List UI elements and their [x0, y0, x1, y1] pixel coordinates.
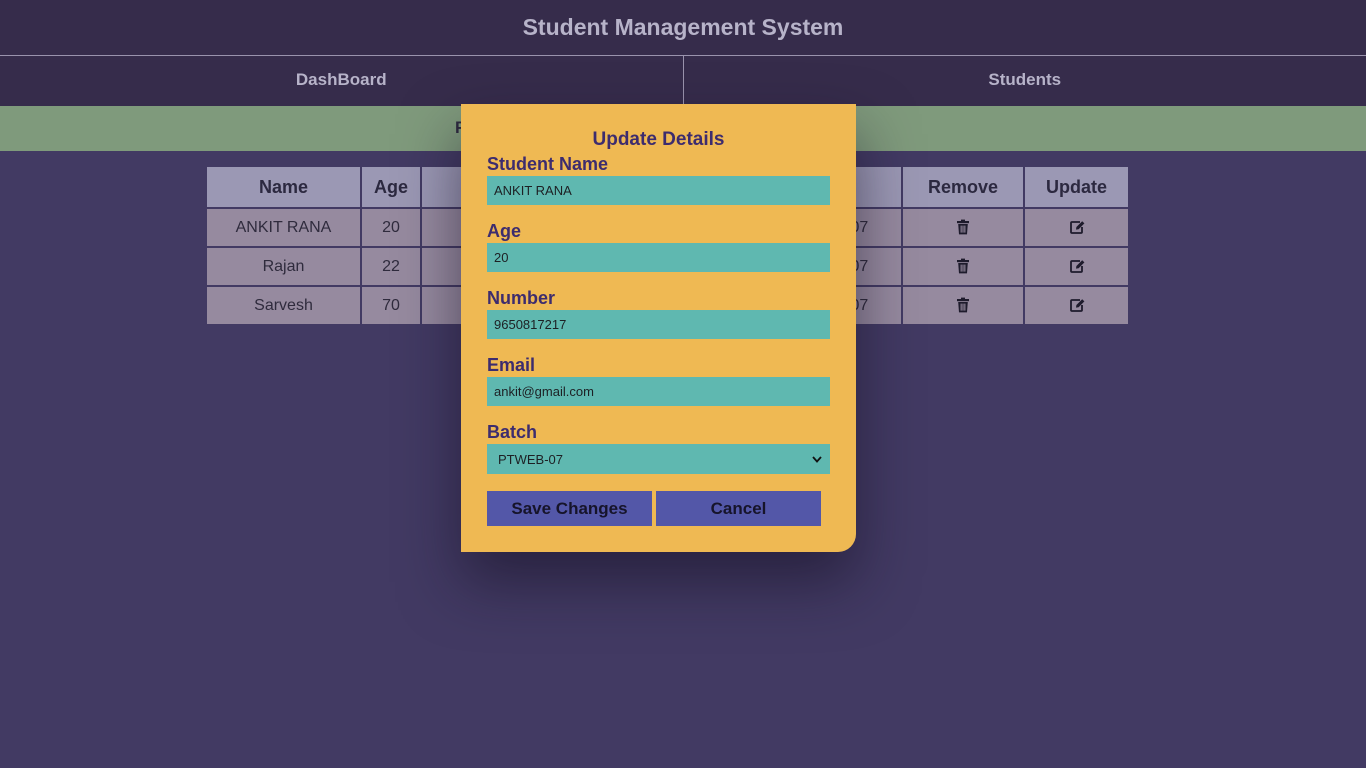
update-details-modal: Update Details Student Name Age Number E…	[461, 104, 856, 552]
batch-select[interactable]: PTWEB-07	[487, 444, 830, 474]
trash-icon[interactable]	[955, 297, 971, 313]
age-label: Age	[487, 221, 522, 241]
nav-item-students[interactable]: Students	[682, 56, 1366, 106]
student-name-input[interactable]	[487, 176, 830, 205]
save-changes-button[interactable]: Save Changes	[487, 491, 652, 526]
chevron-down-icon	[812, 455, 822, 463]
trash-icon[interactable]	[955, 258, 971, 274]
remove-button[interactable]	[903, 287, 1023, 324]
email-input[interactable]	[487, 377, 830, 406]
update-button[interactable]	[1025, 287, 1128, 324]
cell-age: 20	[362, 209, 420, 246]
header-update: Update	[1025, 167, 1128, 207]
header-name: Name	[207, 167, 360, 207]
cell-age: 22	[362, 248, 420, 285]
nav-bar: DashBoard Students	[0, 56, 1366, 106]
cell-name: Sarvesh	[207, 287, 360, 324]
app-header: Student Management System	[0, 0, 1366, 56]
nav-item-dashboard[interactable]: DashBoard	[0, 56, 683, 106]
number-input[interactable]	[487, 310, 830, 339]
email-label: Email	[487, 355, 536, 375]
cell-name: ANKIT RANA	[207, 209, 360, 246]
update-button[interactable]	[1025, 248, 1128, 285]
update-button[interactable]	[1025, 209, 1128, 246]
remove-button[interactable]	[903, 248, 1023, 285]
modal-title: Update Details	[592, 129, 725, 150]
age-input[interactable]	[487, 243, 830, 272]
cancel-button[interactable]: Cancel	[656, 491, 821, 526]
remove-button[interactable]	[903, 209, 1023, 246]
app-title: Student Management System	[522, 13, 844, 40]
batch-select-value: PTWEB-07	[498, 451, 564, 467]
number-label: Number	[487, 288, 556, 308]
header-remove: Remove	[903, 167, 1023, 207]
header-age: Age	[362, 167, 420, 207]
edit-icon[interactable]	[1069, 258, 1085, 274]
student-name-label: Student Name	[487, 154, 609, 174]
cell-name: Rajan	[207, 248, 360, 285]
batch-label: Batch	[487, 422, 538, 442]
edit-icon[interactable]	[1069, 219, 1085, 235]
trash-icon[interactable]	[955, 219, 971, 235]
edit-icon[interactable]	[1069, 297, 1085, 313]
cell-age: 70	[362, 287, 420, 324]
